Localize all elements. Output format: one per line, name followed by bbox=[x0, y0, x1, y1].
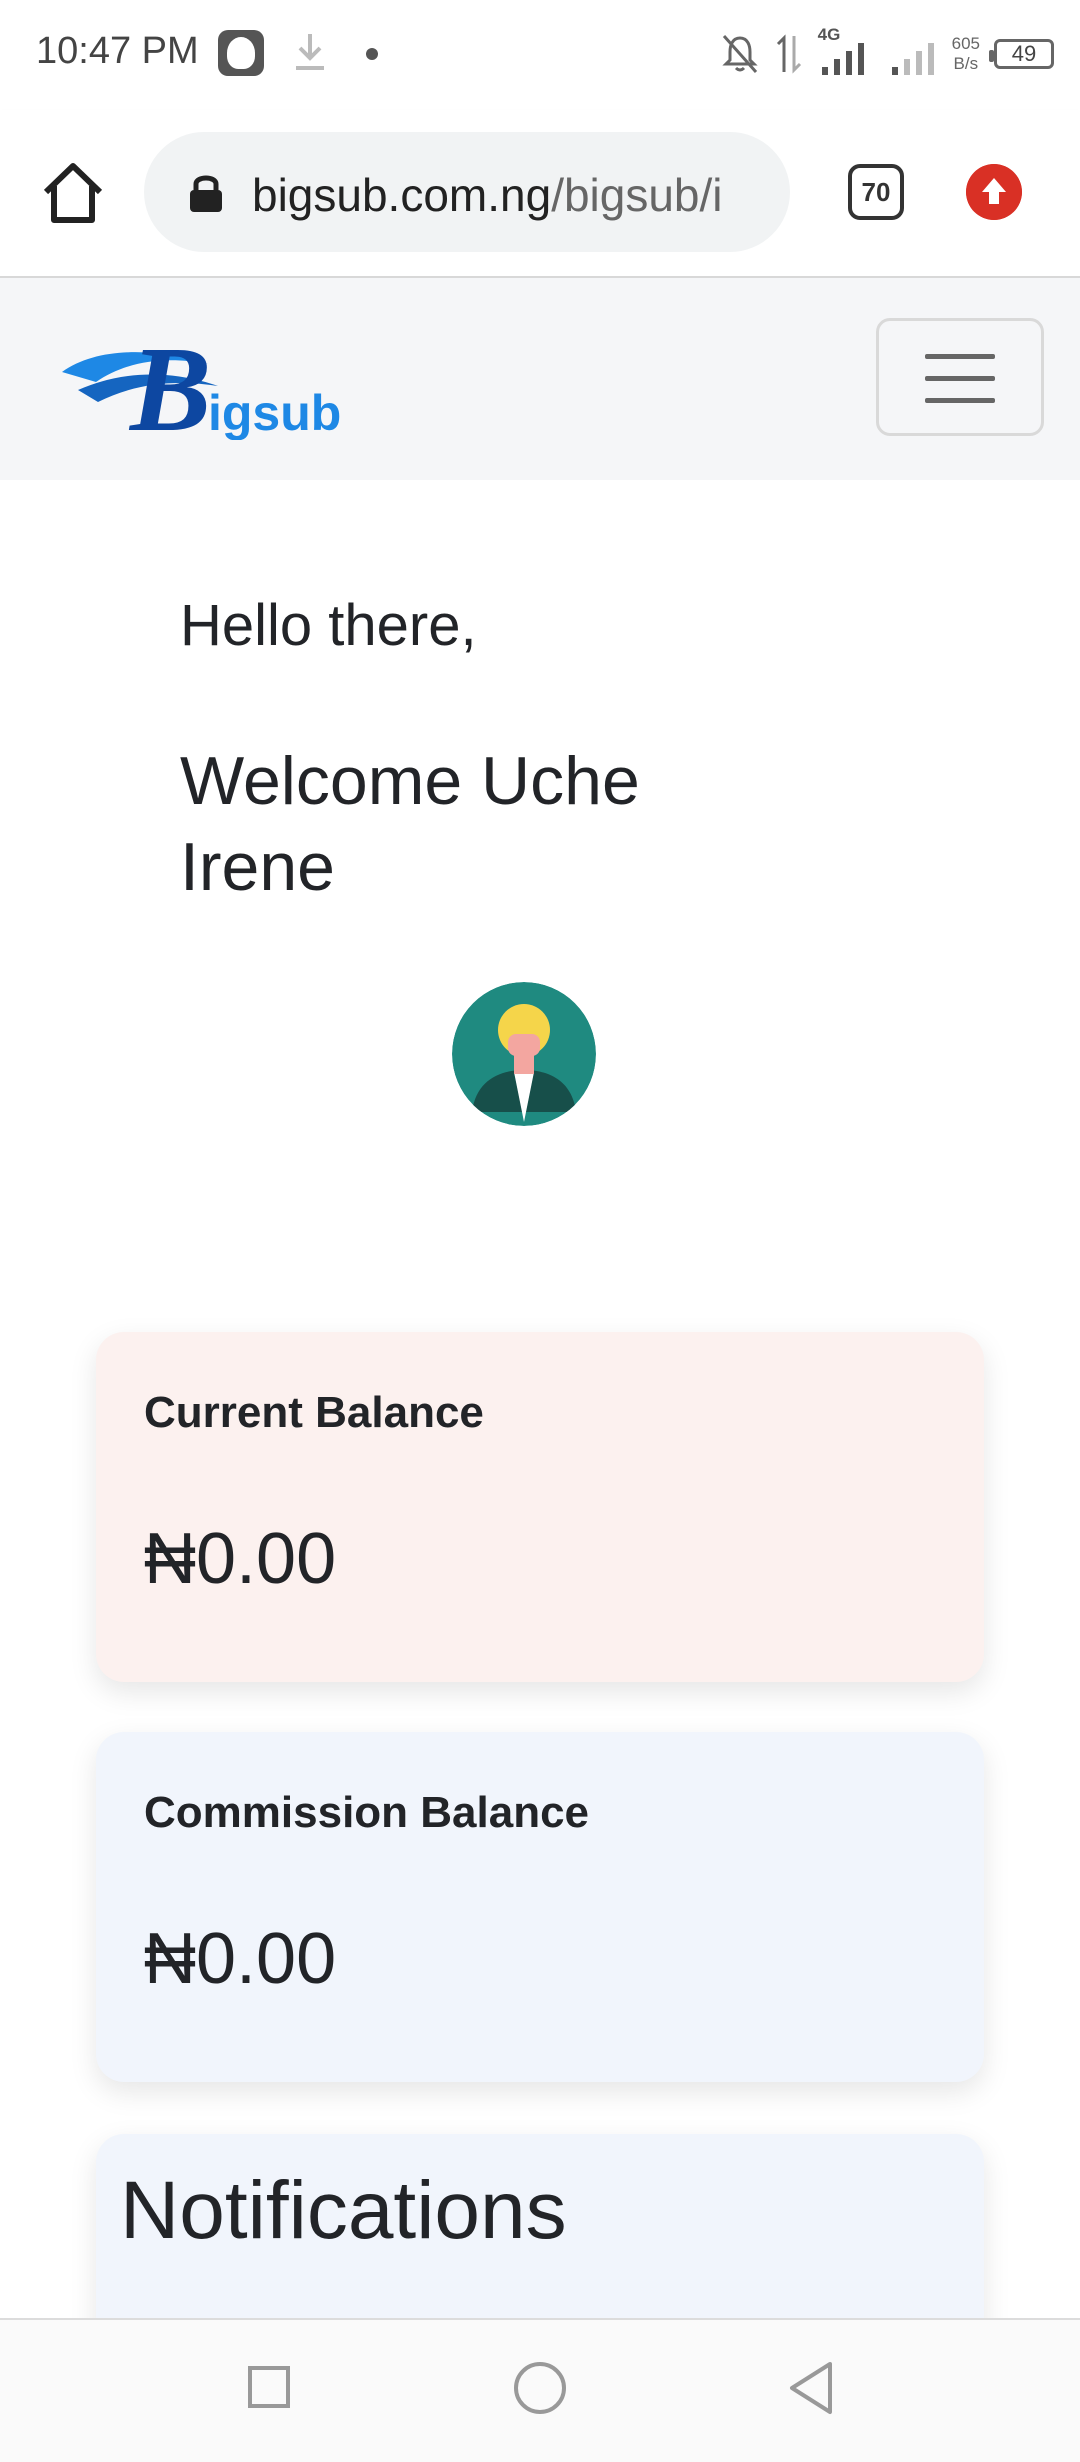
url-text[interactable]: bigsub.com.ng/bigsub/i bbox=[252, 168, 772, 222]
recents-icon[interactable] bbox=[248, 2366, 290, 2408]
tab-count: 70 bbox=[861, 176, 891, 207]
signal-2-icon bbox=[891, 43, 934, 75]
menu-icon-bar-2 bbox=[925, 376, 995, 381]
app-notification-icon bbox=[218, 30, 264, 76]
commission-balance-card: Commission Balance ₦0.00 bbox=[96, 1732, 984, 2082]
menu-toggle-button[interactable] bbox=[876, 318, 1044, 436]
address-bar[interactable]: bigsub.com.ng/bigsub/i bbox=[144, 132, 790, 252]
download-icon bbox=[296, 34, 324, 70]
logo-letter: B bbox=[128, 322, 211, 440]
commission-balance-value: ₦0.00 bbox=[144, 1919, 337, 1999]
menu-icon-bar-3 bbox=[925, 398, 995, 403]
browser-toolbar: bigsub.com.ng/bigsub/i 70 bbox=[0, 110, 1080, 278]
tabs-icon[interactable]: 70 bbox=[848, 164, 904, 220]
back-icon[interactable] bbox=[786, 2360, 836, 2416]
hello-text: Hello there, bbox=[180, 593, 477, 658]
url-domain: bigsub.com.ng bbox=[252, 169, 552, 221]
site-navbar: B igsub bbox=[0, 278, 1080, 480]
system-navigation-bar bbox=[0, 2318, 1080, 2462]
status-bar: 10:47 PM 4G 605 B/s 49 bbox=[0, 0, 1080, 110]
data-transfer-icon bbox=[776, 34, 801, 74]
commission-balance-label: Commission Balance bbox=[144, 1788, 590, 1837]
notifications-heading: Notifications bbox=[120, 2165, 567, 2256]
update-icon[interactable] bbox=[966, 164, 1022, 220]
menu-icon-bar-1 bbox=[925, 354, 995, 359]
status-time: 10:47 PM bbox=[36, 30, 199, 72]
bigsub-logo[interactable]: B igsub bbox=[58, 320, 358, 440]
current-balance-card: Current Balance ₦0.00 bbox=[96, 1332, 984, 1682]
lock-icon bbox=[190, 175, 222, 212]
url-path: /bigsub/i bbox=[551, 169, 723, 221]
speed-value: 605 bbox=[951, 34, 980, 53]
logo-text: igsub bbox=[208, 385, 341, 440]
welcome-heading: Welcome Uche Irene bbox=[180, 743, 640, 905]
current-balance-value: ₦0.00 bbox=[144, 1519, 337, 1599]
current-balance-label: Current Balance bbox=[144, 1388, 484, 1437]
mute-bell-icon bbox=[722, 35, 758, 73]
battery-icon: 49 bbox=[989, 39, 1054, 69]
avatar-icon[interactable] bbox=[452, 982, 596, 1126]
signal-icon: 4G bbox=[818, 25, 874, 79]
notification-dot bbox=[366, 48, 378, 60]
home-circle-icon[interactable] bbox=[514, 2362, 566, 2414]
status-indicators: 4G 605 B/s 49 bbox=[720, 24, 1054, 84]
network-speed: 605 B/s bbox=[952, 34, 980, 74]
speed-unit: B/s bbox=[953, 54, 979, 73]
battery-level: 49 bbox=[1011, 41, 1037, 66]
home-icon[interactable] bbox=[38, 158, 108, 228]
